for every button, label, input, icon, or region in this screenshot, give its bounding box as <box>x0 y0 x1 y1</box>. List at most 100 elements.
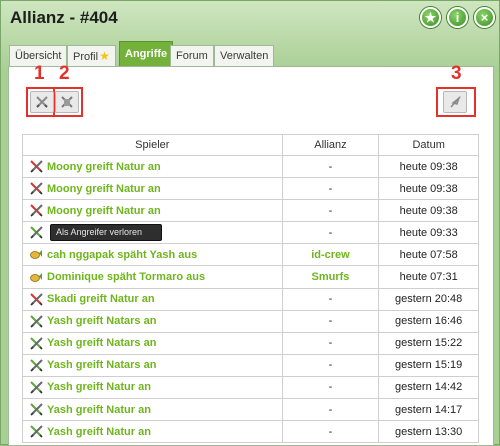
tooltip: Als Angreifer verloren <box>50 224 162 241</box>
feather-icon <box>450 95 461 108</box>
tab-profil[interactable]: Profil★ <box>67 45 116 67</box>
tab-angriffe[interactable]: Angriffe <box>119 41 174 67</box>
window-title: Allianz - #404 <box>10 8 118 27</box>
marker-1: 1 <box>34 63 45 84</box>
report-link[interactable]: Yash greift Natars an <box>47 359 156 371</box>
report-link[interactable]: Yash greift Natur an <box>47 381 151 393</box>
tab-verwalten[interactable]: Verwalten <box>214 45 275 67</box>
alliance-cell[interactable]: Smurfs <box>281 265 380 289</box>
shield-swords-icon <box>61 96 73 108</box>
date-cell: gestern 15:19 <box>378 353 479 377</box>
alliance-cell: - <box>281 154 380 179</box>
player-cell: Yash greift Natars an <box>22 331 283 355</box>
title-bar: Allianz - #404 ★ i × <box>1 1 500 35</box>
attack-won-icon <box>30 314 43 328</box>
attack-won-icon <box>30 359 43 372</box>
star-icon[interactable]: ★ <box>420 7 441 28</box>
table-row: Dominique späht Tormaro aus Smurfs heute 0… <box>22 265 479 289</box>
star-icon: ★ <box>99 49 110 63</box>
attack-lost-icon <box>30 160 43 173</box>
player-cell: Skadi greift Natur an <box>22 287 283 311</box>
player-cell: Dominique späht Tormaro aus <box>22 265 283 289</box>
alliance-cell: - <box>281 353 380 377</box>
date-cell: gestern 14:42 <box>378 375 479 400</box>
table-row: Yash greift Natars an - gestern 15:19 <box>22 353 479 377</box>
swords-icon <box>36 96 48 108</box>
table-row: Yash greift Natur an - gestern 14:42 <box>22 375 479 400</box>
date-cell: heute 09:38 <box>378 177 479 201</box>
table-row: Yash greift Natars an - gestern 15:22 <box>22 331 479 355</box>
date-cell: heute 09:38 <box>378 199 479 223</box>
report-link[interactable]: Yash greift Natars an <box>47 315 156 327</box>
column-header-datum: Datum <box>378 134 479 156</box>
report-link[interactable]: Skadi greift Natur an <box>47 293 155 305</box>
player-cell: Yash greift Natur an <box>22 398 283 422</box>
alliance-cell: - <box>281 398 380 422</box>
column-header-allianz: Allianz <box>281 134 380 156</box>
date-cell: heute 09:33 <box>378 221 479 245</box>
player-cell: Yash greift Natur an <box>22 375 283 400</box>
mark-read-button[interactable] <box>443 91 467 113</box>
player-cell: Yash greift Natur an <box>22 420 283 444</box>
alliance-cell[interactable]: id-crew <box>281 243 380 267</box>
marker-3: 3 <box>451 63 462 84</box>
alliance-cell: - <box>281 221 380 245</box>
report-link[interactable]: Yash greift Natur an <box>47 426 151 438</box>
player-cell: Moony greift Natur an <box>22 154 283 179</box>
alliance-window: Allianz - #404 ★ i × Übersicht Profil★ A… <box>0 0 500 446</box>
date-cell: gestern 20:48 <box>378 287 479 311</box>
attack-won-icon <box>30 226 43 239</box>
alliance-cell: - <box>281 287 380 311</box>
filter-defense-button[interactable] <box>55 91 79 113</box>
attack-won-icon <box>30 403 43 416</box>
info-icon[interactable]: i <box>447 7 468 28</box>
alliance-cell: - <box>281 309 380 333</box>
report-link[interactable]: Yash greift Natars an <box>47 337 156 349</box>
table-row: Moony greift Natur an - heute 09:38 <box>22 199 479 223</box>
filter-attacks-button[interactable] <box>30 91 54 113</box>
player-cell: Yash greift Natars an <box>22 353 283 377</box>
player-cell: Yash greift Natars an <box>22 309 283 333</box>
close-icon[interactable]: × <box>474 7 495 28</box>
date-cell: gestern 16:46 <box>378 309 479 333</box>
attack-won-icon <box>30 337 43 350</box>
alliance-cell: - <box>281 331 380 355</box>
date-cell: heute 07:31 <box>378 265 479 289</box>
attacks-table: Spieler Allianz Datum Moony greift Natur… <box>22 134 479 444</box>
attack-won-icon <box>30 381 43 394</box>
attack-lost-icon <box>30 292 43 306</box>
attack-lost-icon <box>30 204 43 217</box>
column-header-spieler: Spieler <box>22 134 283 156</box>
report-link[interactable]: Moony greift Natur an <box>47 183 161 195</box>
attack-lost-icon <box>30 182 43 195</box>
table-row: cah nggapak späht Yash aus id-crew heute 0… <box>22 243 479 267</box>
report-link[interactable]: cah nggapak späht Yash aus <box>47 249 197 261</box>
attack-won-icon <box>30 425 43 438</box>
table-row: Moony greift Natur an - heute 09:38 <box>22 154 479 179</box>
date-cell: gestern 15:22 <box>378 331 479 355</box>
date-cell: gestern 13:30 <box>378 420 479 444</box>
table-row: Yash greift Natur an - gestern 14:17 <box>22 398 479 422</box>
report-link[interactable]: Yash greift Natur an <box>47 404 151 416</box>
player-cell: Moony greift Natur an <box>22 199 283 223</box>
marker-2: 2 <box>59 63 70 84</box>
alliance-cell: - <box>281 420 380 444</box>
report-link[interactable]: Moony greift Natur an <box>47 205 161 217</box>
report-link[interactable]: Moony greift Natur an <box>47 161 161 173</box>
table-row: Moony greift Natur an - heute 09:38 <box>22 177 479 201</box>
player-cell: Moony greift Natur an <box>22 177 283 201</box>
report-link[interactable]: Dominique späht Tormaro aus <box>47 271 205 283</box>
alliance-cell: - <box>281 177 380 201</box>
tab-forum[interactable]: Forum <box>170 45 214 67</box>
alliance-cell: - <box>281 199 380 223</box>
date-cell: gestern 14:17 <box>378 398 479 422</box>
table-row: Yash greift Natur an - gestern 13:30 <box>22 420 479 444</box>
table-row: Skadi greift Natur an - gestern 20:48 <box>22 287 479 311</box>
date-cell: heute 07:58 <box>378 243 479 267</box>
table-row: Yash greift Natars an - gestern 16:46 <box>22 309 479 333</box>
alliance-cell: - <box>281 375 380 400</box>
player-cell: cah nggapak späht Yash aus <box>22 243 283 267</box>
date-cell: heute 09:38 <box>378 154 479 179</box>
spy-icon <box>30 250 42 260</box>
spy-icon <box>30 272 42 282</box>
